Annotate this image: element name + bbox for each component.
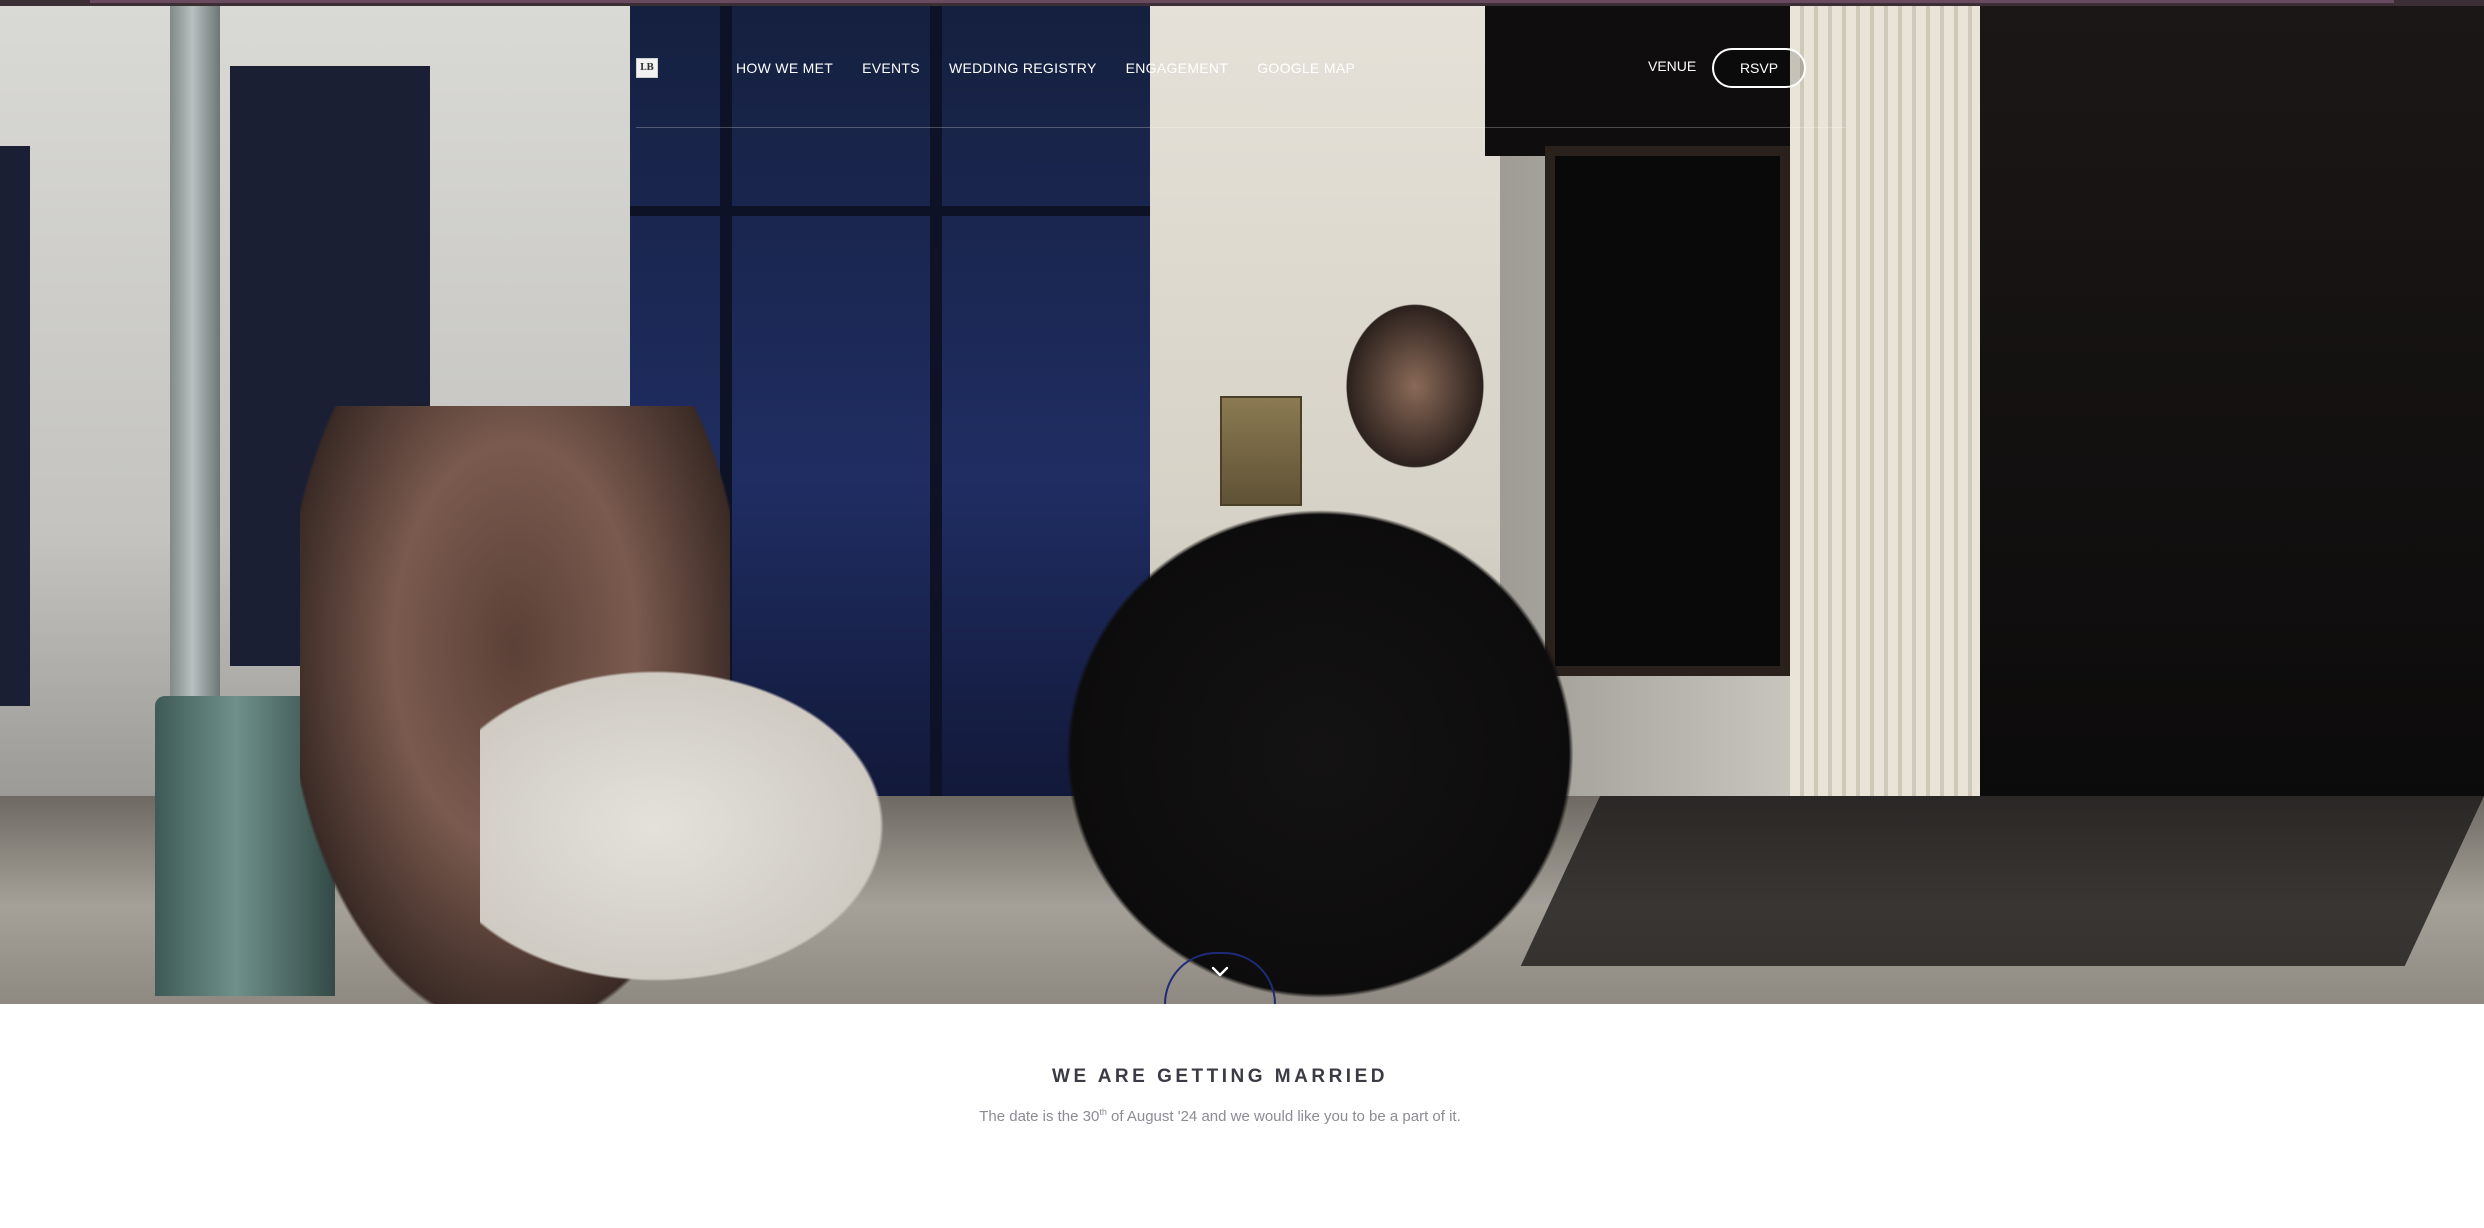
man-figure bbox=[1000, 446, 1640, 1004]
site-logo[interactable]: LB bbox=[636, 58, 658, 78]
nav-engagement[interactable]: ENGAGEMENT bbox=[1126, 60, 1229, 76]
logo-text: LB bbox=[640, 62, 654, 73]
fluted-column bbox=[1790, 6, 1980, 806]
rsvp-button[interactable]: RSVP bbox=[1712, 48, 1806, 88]
main-nav: HOW WE MET EVENTS WEDDING REGISTRY ENGAG… bbox=[736, 58, 1384, 78]
hero-image bbox=[0, 6, 2484, 1004]
woman-coat bbox=[480, 646, 920, 1004]
nav-how-we-met[interactable]: HOW WE MET bbox=[736, 60, 833, 76]
date-suffix: of August '24 and we would like you to b… bbox=[1106, 1108, 1461, 1125]
sidewalk-shadow bbox=[1520, 796, 2484, 966]
section-title: WE ARE GETTING MARRIED bbox=[1052, 1066, 1388, 1087]
top-strip-accent bbox=[90, 0, 2394, 3]
nav-wedding-registry[interactable]: WEDDING REGISTRY bbox=[949, 60, 1097, 76]
chevron-down-icon bbox=[1211, 966, 1229, 977]
wedding-date-text: The date is the 30th of August '24 and w… bbox=[0, 1107, 2440, 1125]
date-prefix: The date is the 30 bbox=[979, 1108, 1100, 1125]
nav-venue[interactable]: VENUE bbox=[1648, 58, 1696, 74]
window-mullion bbox=[930, 6, 942, 866]
building-window bbox=[0, 146, 30, 706]
window-mullion bbox=[630, 206, 1170, 216]
man-head bbox=[1335, 291, 1495, 481]
glass-doors bbox=[1980, 6, 2484, 806]
nav-events[interactable]: EVENTS bbox=[862, 60, 920, 76]
nav-divider bbox=[636, 127, 1846, 128]
nav-google-map[interactable]: GOOGLE MAP bbox=[1257, 60, 1355, 76]
date-ordinal: th bbox=[1099, 1107, 1107, 1117]
